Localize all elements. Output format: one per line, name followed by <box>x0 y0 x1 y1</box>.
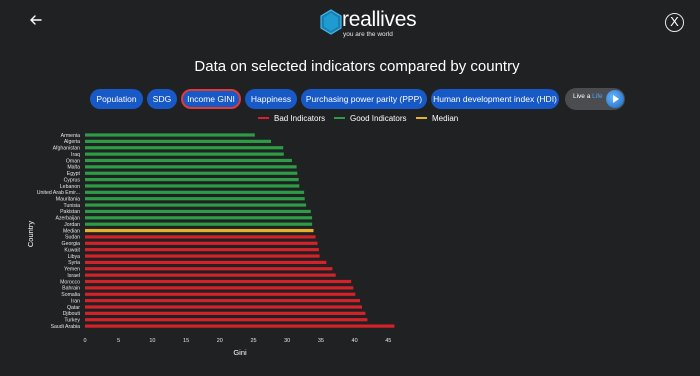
country-label: Kuwait <box>64 247 80 253</box>
bar-iraq[interactable] <box>85 152 284 156</box>
x-tick-label: 40 <box>352 338 358 344</box>
x-tick-label: 35 <box>318 338 324 344</box>
country-label: Israel <box>67 273 80 279</box>
gini-bar-chart: ArmeniaAlgeriaAfghanistanIraqOmanMaltaEg… <box>26 133 395 356</box>
back-arrow-icon[interactable] <box>28 12 44 28</box>
live-a-life-button[interactable]: Live a Life <box>565 88 625 110</box>
country-label: Cyprus <box>64 177 81 183</box>
country-label: Yemen <box>64 267 80 273</box>
tab-happiness[interactable]: Happiness <box>245 89 297 109</box>
logo-name: reallives <box>342 8 417 31</box>
x-tick-label: 0 <box>83 338 86 344</box>
country-label: Afghanistan <box>53 146 81 152</box>
bar-somalia[interactable] <box>85 292 356 296</box>
bar-tunisia[interactable] <box>85 203 307 207</box>
country-label: Morocco <box>60 279 80 285</box>
bar-egypt[interactable] <box>85 171 298 175</box>
country-label: Median <box>63 228 80 234</box>
bar-bahrain[interactable] <box>85 286 354 290</box>
x-tick-label: 45 <box>385 338 391 344</box>
tab-hdi[interactable]: Human development index (HDI) <box>431 89 559 109</box>
x-tick-label: 5 <box>117 338 120 344</box>
logo-tagline: you are the world <box>343 31 393 38</box>
bar-saudi-arabia[interactable] <box>85 324 395 328</box>
chart-legend: Bad Indicators Good Indicators Median <box>0 114 700 126</box>
bar-armenia[interactable] <box>85 133 255 137</box>
country-label: Georgia <box>62 241 81 247</box>
bar-median[interactable] <box>85 228 314 233</box>
bar-oman[interactable] <box>85 158 292 163</box>
country-label: Saudi Arabia <box>51 324 81 330</box>
country-label: United Arab Emir... <box>37 190 80 196</box>
bar-turkey[interactable] <box>85 318 368 322</box>
country-label: Sudan <box>65 235 80 241</box>
bar-georgia[interactable] <box>85 241 318 245</box>
country-label: Malta <box>67 165 80 171</box>
bar-algeria[interactable] <box>85 139 271 143</box>
tab-sdg[interactable]: SDG <box>147 89 177 109</box>
bar-libya[interactable] <box>85 254 320 258</box>
country-label: Qatar <box>67 305 80 311</box>
reallives-logo: reallives you are the world <box>320 8 417 39</box>
country-label: Algeria <box>64 139 80 145</box>
country-label: Armenia <box>61 133 80 139</box>
tab-income-gini[interactable]: Income GINI <box>181 89 241 109</box>
bar-qatar[interactable] <box>85 305 362 309</box>
bar-pakistan[interactable] <box>85 209 311 214</box>
bar-malta[interactable] <box>85 165 297 169</box>
bar-mauritania[interactable] <box>85 197 305 201</box>
country-label: Jordan <box>64 222 80 228</box>
legend-item-median: Median <box>416 114 458 123</box>
bar-djibouti[interactable] <box>85 311 366 315</box>
country-label: Tunisia <box>63 203 80 209</box>
bar-united-arab-emir[interactable] <box>85 190 305 194</box>
bar-azerbaijan[interactable] <box>85 216 313 220</box>
country-label: Oman <box>66 158 80 164</box>
reallives-hexagon-icon <box>320 9 342 35</box>
x-tick-label: 25 <box>250 338 256 344</box>
bar-syria[interactable] <box>85 260 327 264</box>
bar-lebanon[interactable] <box>85 184 300 188</box>
bar-kuwait[interactable] <box>85 248 319 252</box>
bar-sudan[interactable] <box>85 235 316 239</box>
play-icon <box>606 90 624 108</box>
legend-item-good: Good Indicators <box>334 114 406 123</box>
x-tick-label: 10 <box>149 338 155 344</box>
x-tick-label: 20 <box>217 338 223 344</box>
country-label: Bahrain <box>62 286 80 292</box>
bar-israel[interactable] <box>85 273 336 277</box>
country-label: Djibouti <box>63 311 80 317</box>
country-label: Pakistan <box>60 209 80 215</box>
bar-cyprus[interactable] <box>85 177 299 182</box>
country-label: Libya <box>68 254 81 260</box>
bar-morocco[interactable] <box>85 279 352 284</box>
tab-population[interactable]: Population <box>90 89 143 109</box>
country-label: Turkey <box>64 318 80 324</box>
country-label: Iraq <box>71 152 80 158</box>
y-axis-title: Country <box>26 221 35 248</box>
bar-jordan[interactable] <box>85 222 313 226</box>
legend-item-bad: Bad Indicators <box>258 114 325 123</box>
x-tick-label: 15 <box>183 338 189 344</box>
page-title: Data on selected indicators compared by … <box>194 58 520 75</box>
country-label: Syria <box>68 260 80 266</box>
bar-iran[interactable] <box>85 299 360 303</box>
country-label: Mauritania <box>56 197 80 203</box>
country-label: Egypt <box>67 171 81 177</box>
country-label: Somalia <box>61 292 80 298</box>
tab-ppp[interactable]: Purchasing power parity (PPP) <box>301 89 427 109</box>
country-label: Azerbaijan <box>55 216 80 222</box>
live-a-life-label: Live a Life <box>573 93 603 100</box>
country-label: Lebanon <box>60 184 80 190</box>
x-axis-title: Gini <box>233 348 247 356</box>
x-tick-label: 30 <box>284 338 290 344</box>
bar-yemen[interactable] <box>85 267 333 271</box>
bar-afghanistan[interactable] <box>85 146 284 150</box>
close-button[interactable]: X <box>665 13 684 32</box>
country-label: Iran <box>71 298 80 304</box>
